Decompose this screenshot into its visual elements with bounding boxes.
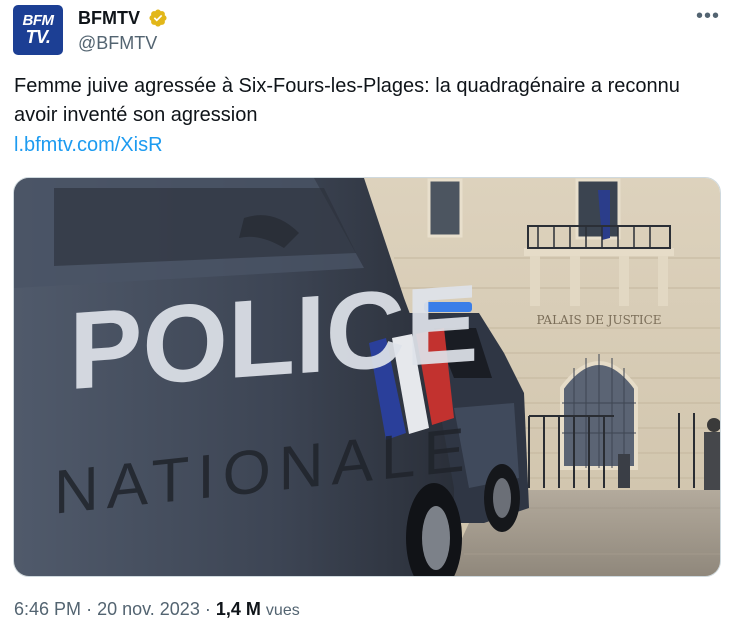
- more-icon[interactable]: •••: [696, 6, 720, 26]
- views-label: vues: [265, 602, 300, 619]
- avatar[interactable]: BFM TV.: [13, 5, 63, 55]
- logo-line1: BFM: [22, 12, 55, 29]
- views-count: 1,4 M: [215, 599, 261, 619]
- tweet-date[interactable]: 20 nov. 2023: [97, 599, 200, 619]
- tweet-card: BFM TV. BFMTV @BFMTV ••• Femme juive agr…: [0, 0, 742, 644]
- tweet-link[interactable]: l.bfmtv.com/XisR: [14, 131, 163, 160]
- tweet-image[interactable]: PALAIS DE JUSTICE POLICE NATIONALE: [13, 177, 721, 577]
- meta-separator-2: ·: [204, 599, 211, 619]
- photo-police-car-courthouse: PALAIS DE JUSTICE POLICE NATIONALE: [14, 178, 720, 576]
- tweet-meta: 6:46 PM · 20 nov. 2023 · 1,4 M vues: [14, 598, 300, 622]
- verified-badge-icon: [149, 9, 167, 27]
- palais-de-justice-sign: PALAIS DE JUSTICE: [536, 313, 661, 327]
- logo-line2: TV.: [25, 27, 51, 47]
- handle[interactable]: @BFMTV: [78, 32, 157, 54]
- display-name[interactable]: BFMTV: [78, 7, 140, 29]
- tweet-time[interactable]: 6:46 PM: [14, 599, 81, 619]
- tweet-text: Femme juive agressée à Six-Fours-les-Pla…: [14, 75, 680, 126]
- bfmtv-logo: BFM TV.: [13, 13, 63, 46]
- meta-separator: ·: [86, 599, 93, 619]
